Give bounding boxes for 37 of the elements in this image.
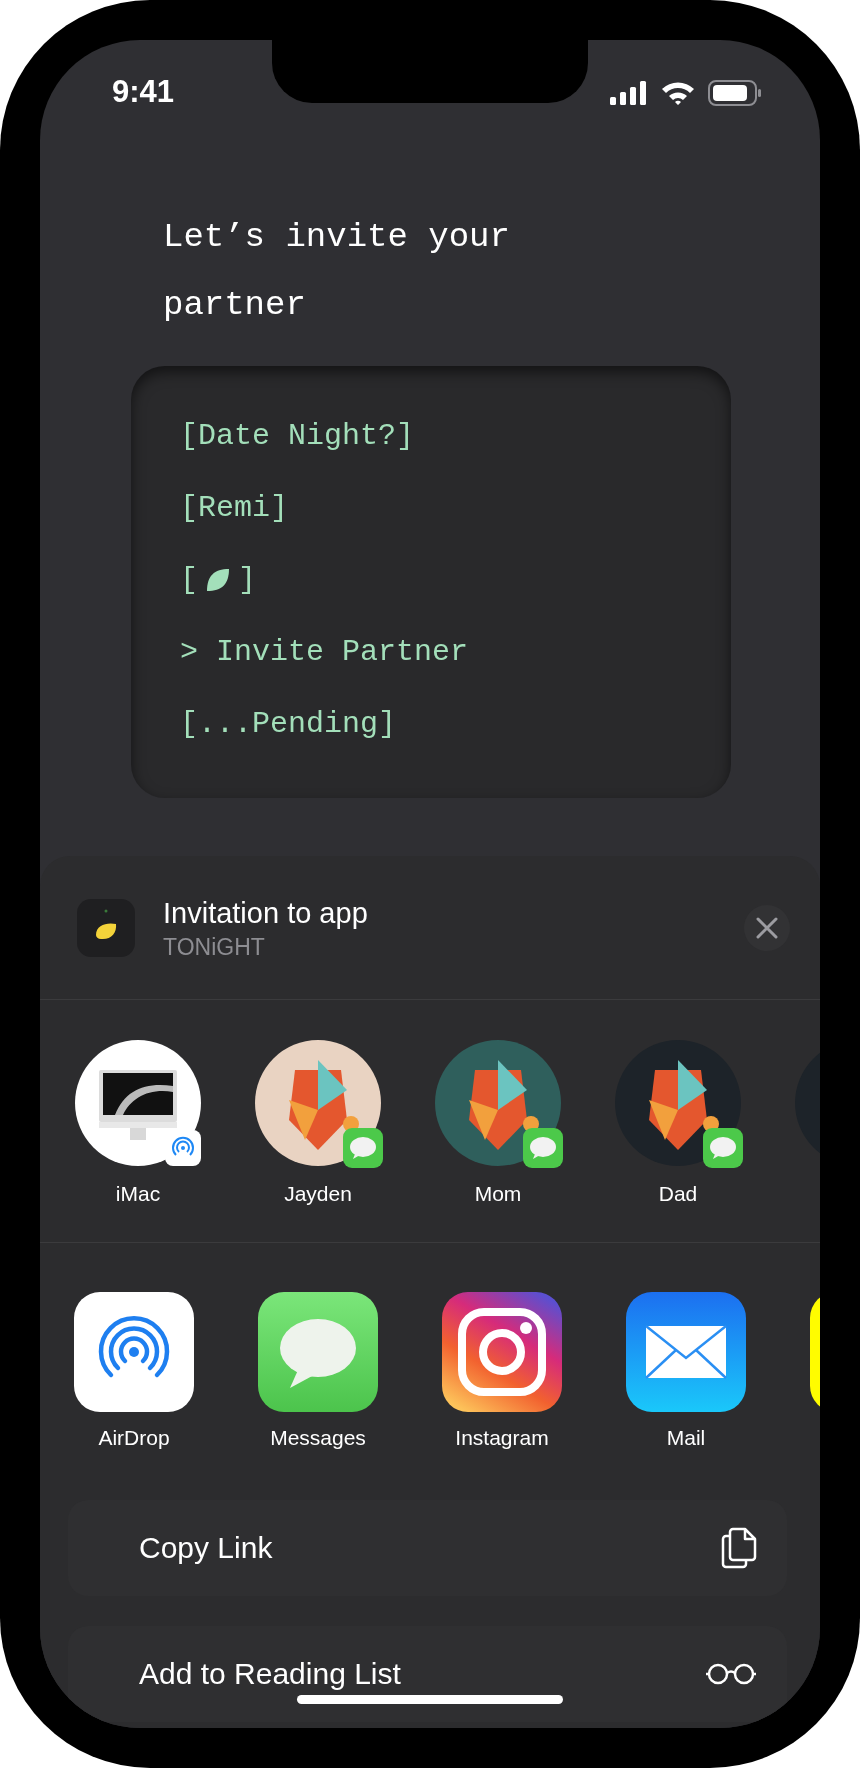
app-name[interactable]: Instagram	[455, 1422, 549, 1454]
contact-name[interactable]: Jayden	[284, 1178, 352, 1210]
signal-icon	[610, 80, 648, 105]
app-name[interactable]: Messages	[270, 1422, 366, 1454]
status-time: 9:41	[112, 73, 175, 112]
app-name[interactable]: Mail	[666, 1422, 706, 1454]
messages-badge-icon	[523, 1128, 563, 1168]
app-name[interactable]: AirDrop	[98, 1422, 170, 1454]
bracket: ]	[238, 561, 257, 599]
close-icon	[756, 916, 778, 939]
leaf-icon	[204, 566, 232, 594]
action-label: Add to Reading List	[139, 1656, 401, 1692]
share-title: Invitation to app	[163, 895, 369, 931]
terminal-line: [Remi]	[180, 489, 289, 527]
airdrop-badge-icon	[165, 1130, 201, 1166]
bracket: [	[180, 561, 198, 599]
close-button[interactable]	[744, 904, 790, 951]
copy-icon	[721, 1526, 757, 1569]
messages-icon	[258, 1292, 378, 1412]
messages-badge-icon	[703, 1128, 743, 1168]
contact-name[interactable]: Dad	[658, 1178, 698, 1210]
invite-partner-link[interactable]: Invite Partner	[216, 629, 469, 675]
heading: Let’s invite your partner	[163, 217, 511, 326]
messages-badge-icon	[343, 1128, 383, 1168]
contact-name[interactable]: Mom	[474, 1178, 522, 1210]
instagram-icon	[442, 1292, 562, 1412]
battery-icon	[708, 79, 762, 106]
glasses-icon	[705, 1661, 757, 1686]
contact-name[interactable]: iMac	[115, 1178, 161, 1210]
airdrop-icon	[74, 1292, 194, 1412]
terminal-line: [Date Night?]	[180, 417, 415, 455]
prompt-symbol: >	[180, 633, 198, 671]
app-icon	[77, 898, 135, 957]
mail-icon	[626, 1292, 746, 1412]
action-label: Copy Link	[139, 1530, 273, 1566]
terminal-line: [...Pending]	[180, 705, 397, 743]
share-subtitle: TONiGHT	[163, 932, 266, 962]
